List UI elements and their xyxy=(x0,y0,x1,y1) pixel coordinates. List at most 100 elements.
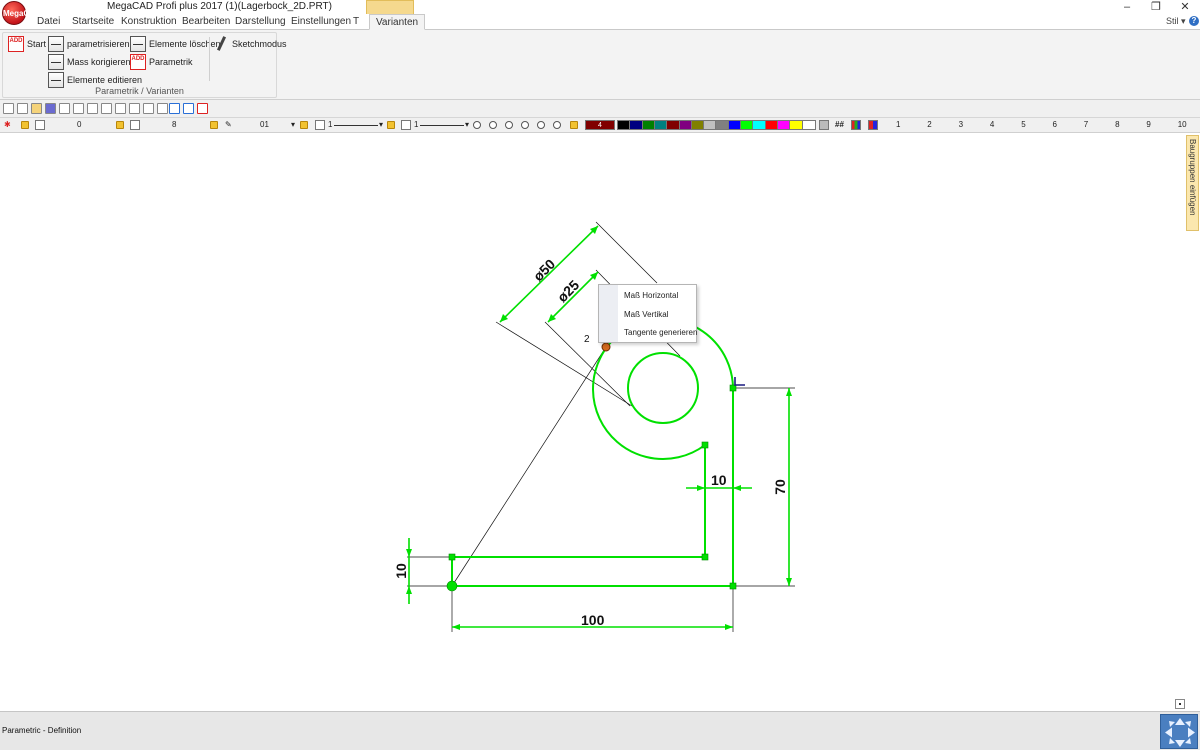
asterisk-icon[interactable]: ✱ xyxy=(4,120,11,129)
control-point[interactable] xyxy=(729,582,737,590)
zoom-in-icon[interactable] xyxy=(505,121,513,129)
tab-bearbeiten[interactable]: Bearbeiten xyxy=(182,16,230,27)
measure-icon[interactable] xyxy=(157,103,168,114)
tab-startseite[interactable]: Startseite xyxy=(72,16,114,27)
baugruppen-tab[interactable]: Baugruppen einfügen xyxy=(1186,135,1199,231)
menu-item-mass-vertikal[interactable]: Maß Vertikal xyxy=(624,310,668,319)
print-icon[interactable] xyxy=(59,103,70,114)
group-icon[interactable] xyxy=(129,103,140,114)
chevron-down-icon[interactable]: ▾ xyxy=(291,120,295,129)
elemente-loeschen-button[interactable]: Elemente löschen xyxy=(130,35,221,53)
tab-einstellungen[interactable]: Einstellungen xyxy=(291,16,351,27)
color-swatch[interactable] xyxy=(801,120,816,130)
layer-value[interactable]: 0 xyxy=(77,120,81,129)
hash-label[interactable]: ## xyxy=(835,120,844,129)
dimension-h70-label[interactable]: 70 xyxy=(772,479,788,495)
cad-icon[interactable] xyxy=(197,103,208,114)
close-button[interactable]: ✕ xyxy=(1173,0,1197,14)
pen-icon[interactable]: ✎ xyxy=(225,120,232,129)
parametrisieren-button[interactable]: parametrisieren xyxy=(48,35,130,53)
parametrik-button[interactable]: Parametrik xyxy=(130,53,193,71)
control-point[interactable] xyxy=(701,441,709,449)
lock-icon[interactable] xyxy=(21,121,29,129)
minimize-button[interactable]: – xyxy=(1115,0,1139,14)
dimension-w100-label[interactable]: 100 xyxy=(581,612,604,628)
sketchmodus-button[interactable]: Sketchmodus xyxy=(213,35,287,53)
ribbon-separator xyxy=(209,37,210,81)
drawing-canvas[interactable]: ø50 ø25 10 70 10 100 2 xyxy=(0,133,1185,711)
mass-korrigieren-label: Mass korigieren xyxy=(67,57,131,67)
chevron-down-icon[interactable]: ▾ xyxy=(379,120,383,129)
tab-varianten[interactable]: Varianten xyxy=(369,14,426,30)
tab-t[interactable]: T xyxy=(353,16,359,27)
pen-number-10[interactable]: 10 xyxy=(1178,120,1187,129)
line-width-icon[interactable] xyxy=(401,120,411,130)
current-color-value[interactable]: 4 xyxy=(585,120,615,130)
open-folder-icon[interactable] xyxy=(31,103,42,114)
pen-number-1[interactable]: 1 xyxy=(896,120,900,129)
style-dropdown[interactable]: Stil ▾ xyxy=(1166,16,1186,27)
lock-icon[interactable] xyxy=(570,121,578,129)
pen-number-2[interactable]: 2 xyxy=(927,120,931,129)
palette-icon[interactable] xyxy=(851,120,861,130)
preview-icon[interactable] xyxy=(73,103,84,114)
dimension-w10-label[interactable]: 10 xyxy=(711,472,727,488)
new-icon[interactable] xyxy=(3,103,14,114)
tab-konstruktion[interactable]: Konstruktion xyxy=(121,16,177,27)
megacad-logo[interactable]: MegaCAD xyxy=(2,1,41,25)
pen-value[interactable]: 01 xyxy=(260,120,269,129)
chevron-down-icon: ▾ xyxy=(1181,16,1186,26)
control-point[interactable] xyxy=(701,553,709,561)
zoom-pan-icon[interactable] xyxy=(553,121,561,129)
line-width-value-2[interactable]: 1 xyxy=(414,120,418,129)
zoom-all-icon[interactable] xyxy=(521,121,529,129)
tab-darstellung[interactable]: Darstellung xyxy=(235,16,286,27)
pen-thickness-icon[interactable] xyxy=(868,120,878,130)
origin-point[interactable] xyxy=(446,580,458,592)
layer-icon[interactable] xyxy=(115,103,126,114)
save-icon[interactable] xyxy=(45,103,56,114)
customize-icon[interactable] xyxy=(212,103,217,114)
menu-item-mass-horizontal[interactable]: Maß Horizontal xyxy=(624,291,678,300)
mass-korrigieren-button[interactable]: Mass korigieren xyxy=(48,53,131,71)
dimension-h10-label[interactable]: 10 xyxy=(393,563,409,579)
restore-button[interactable]: ❐ xyxy=(1144,0,1168,14)
pen-number-4[interactable]: 4 xyxy=(990,120,994,129)
redo-icon[interactable] xyxy=(183,103,194,114)
lock-icon[interactable] xyxy=(387,121,395,129)
line-width-value-1[interactable]: 1 xyxy=(328,120,332,129)
copy-icon[interactable] xyxy=(87,103,98,114)
pen-number-3[interactable]: 3 xyxy=(959,120,963,129)
pen-number-6[interactable]: 6 xyxy=(1053,120,1057,129)
zoom-previous-icon[interactable] xyxy=(537,121,545,129)
undo-icon[interactable] xyxy=(169,103,180,114)
control-point[interactable] xyxy=(729,384,737,392)
lock-icon[interactable] xyxy=(300,121,308,129)
pen-number-8[interactable]: 8 xyxy=(1115,120,1119,129)
properties-icon[interactable] xyxy=(143,103,154,114)
start-icon xyxy=(8,36,24,52)
paste-icon[interactable] xyxy=(101,103,112,114)
pen-number-9[interactable]: 9 xyxy=(1146,120,1150,129)
zoom-out-icon[interactable] xyxy=(473,121,481,129)
zoom-window-icon[interactable] xyxy=(489,121,497,129)
pen-number-5[interactable]: 5 xyxy=(1021,120,1025,129)
color-picker-icon[interactable] xyxy=(819,120,829,130)
group-value[interactable]: 8 xyxy=(172,120,176,129)
navigation-arrows-icon[interactable] xyxy=(1160,714,1198,749)
selected-point[interactable] xyxy=(601,342,611,352)
menu-item-tangente-generieren[interactable]: Tangente generieren xyxy=(624,328,697,337)
lock-icon[interactable] xyxy=(210,121,218,129)
control-point[interactable] xyxy=(448,553,456,561)
line-style-icon[interactable] xyxy=(315,120,325,130)
start-button[interactable]: Start xyxy=(8,35,46,53)
layer-settings-icon[interactable] xyxy=(35,120,45,130)
chevron-down-icon[interactable]: ▾ xyxy=(465,120,469,129)
pen-number-7[interactable]: 7 xyxy=(1084,120,1088,129)
help-icon[interactable]: ? xyxy=(1189,16,1199,26)
lock-icon[interactable] xyxy=(116,121,124,129)
new-file-icon[interactable] xyxy=(17,103,28,114)
line-style-preview xyxy=(334,125,378,126)
group-settings-icon[interactable] xyxy=(130,120,140,130)
canvas-corner-button[interactable] xyxy=(1175,699,1185,709)
